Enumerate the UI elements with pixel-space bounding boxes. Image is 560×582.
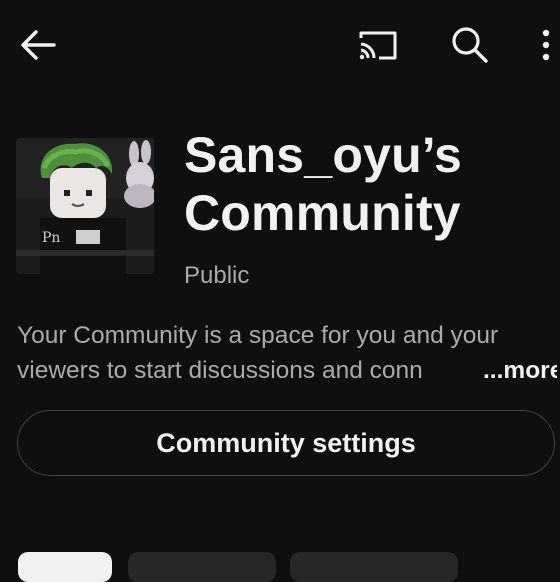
filter-chip-selected[interactable]: [18, 552, 112, 582]
back-button[interactable]: [14, 22, 62, 68]
avatar-text: Pn: [42, 230, 60, 246]
more-vert-icon: [542, 29, 550, 61]
cast-icon: [359, 31, 397, 60]
community-title: Sans_oyu’s Community: [184, 127, 463, 241]
search-button[interactable]: [444, 20, 496, 70]
filter-chip[interactable]: [290, 552, 458, 582]
avatar-image: Pn: [16, 138, 154, 274]
more-options-button[interactable]: [532, 22, 560, 68]
search-icon: [452, 27, 488, 63]
description-line-2: viewers to start discussions and conn: [17, 357, 423, 384]
top-app-bar: [0, 0, 560, 90]
cast-button[interactable]: [352, 22, 404, 68]
arrow-left-icon: [21, 30, 56, 60]
description-line-1: Your Community is a space for you and yo…: [17, 322, 499, 349]
community-description[interactable]: Your Community is a space for you and yo…: [17, 318, 557, 388]
visibility-label: Public: [184, 262, 250, 289]
filter-chip[interactable]: [128, 552, 276, 582]
description-line-2-row: viewers to start discussions and conn ..…: [17, 353, 557, 388]
text-fade: [437, 353, 485, 388]
community-avatar[interactable]: Pn: [16, 138, 154, 274]
more-link[interactable]: ...more: [483, 353, 557, 388]
community-settings-button[interactable]: Community settings: [17, 410, 555, 476]
